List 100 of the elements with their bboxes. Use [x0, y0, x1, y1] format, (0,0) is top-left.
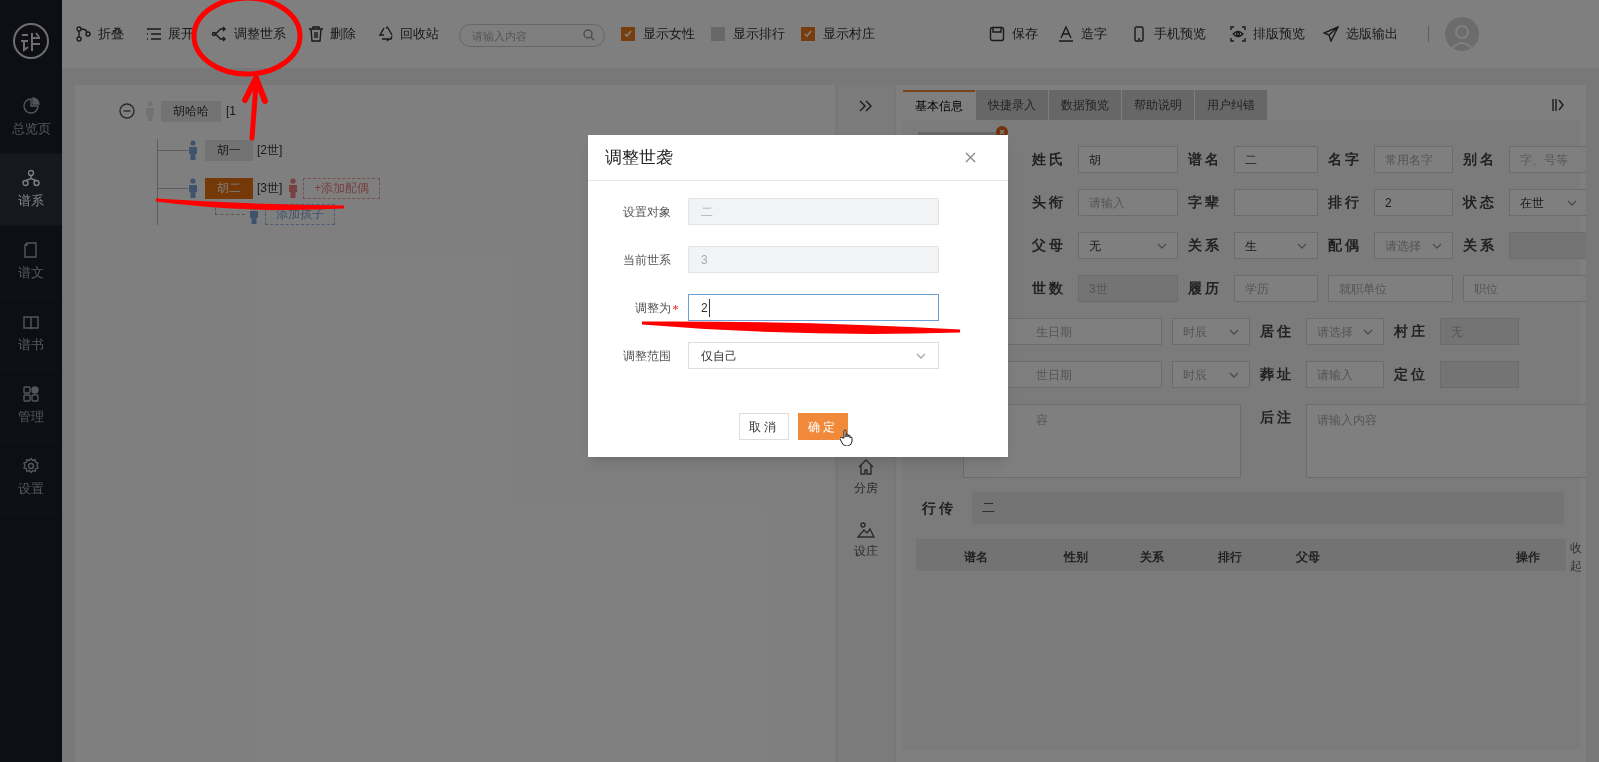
- field-label: 葬址: [1260, 365, 1295, 384]
- input-field[interactable]: 二: [688, 198, 939, 225]
- generation-label: [1: [226, 103, 236, 120]
- field-label: 名字: [1328, 150, 1363, 169]
- grid-icon: [22, 384, 40, 403]
- toolbar-button[interactable]: 排版预览: [1230, 24, 1305, 44]
- generation-label: [2世]: [257, 142, 283, 159]
- add-spouse-button[interactable]: +添加配偶: [303, 177, 381, 199]
- checkbox[interactable]: 显示女性: [621, 24, 695, 44]
- generation-label: [3世]: [257, 180, 283, 197]
- tree-node[interactable]: 胡二: [205, 177, 253, 199]
- trash-icon: [308, 26, 324, 42]
- tab[interactable]: 用户纠错: [1195, 90, 1267, 120]
- sidebar-item[interactable]: 设置: [0, 442, 62, 514]
- checkbox-box[interactable]: [801, 27, 815, 41]
- field-label: 父母: [1032, 236, 1067, 255]
- input-field[interactable]: 胡: [1078, 146, 1178, 173]
- sidebar-item[interactable]: 谱系: [0, 154, 62, 226]
- tree-node[interactable]: 胡一: [205, 139, 253, 161]
- toolbar-button[interactable]: 手机预览: [1131, 24, 1206, 44]
- tab[interactable]: 帮助说明: [1122, 90, 1194, 120]
- share-icon: [212, 26, 228, 42]
- field-label: 谱名: [1188, 150, 1223, 169]
- column-header: 谱名: [964, 549, 989, 566]
- collapse-icon[interactable]: [119, 103, 135, 119]
- logo-icon: [12, 22, 50, 60]
- field-label: 状态: [1463, 193, 1498, 212]
- input-field[interactable]: 2: [688, 294, 939, 321]
- input-field[interactable]: 3: [688, 246, 939, 273]
- column-header: 性别: [1064, 549, 1089, 566]
- check-icon: [803, 29, 813, 39]
- tree-node[interactable]: 胡哈哈: [161, 100, 221, 122]
- field-label: 关系: [1463, 236, 1498, 255]
- phone-icon: [1131, 26, 1147, 42]
- toolbar-button[interactable]: 调整世系: [212, 24, 286, 44]
- checkbox[interactable]: 显示排行: [711, 24, 785, 44]
- toolbar-button[interactable]: 选版输出: [1323, 24, 1398, 44]
- side-strip-button[interactable]: 分房: [853, 458, 878, 497]
- hand-cursor-icon: [840, 429, 854, 446]
- field-label: 姓氏: [1032, 150, 1067, 169]
- sidebar-item[interactable]: 谱文: [0, 226, 62, 298]
- eye-scan-icon: [1230, 26, 1246, 42]
- tab[interactable]: 数据预览: [1049, 90, 1121, 120]
- select-field[interactable]: 生: [1234, 232, 1318, 259]
- toolbar-button[interactable]: 删除: [308, 24, 356, 44]
- send-icon: [1323, 26, 1339, 42]
- collapse-panel-icon: [1552, 98, 1564, 112]
- tab[interactable]: 快捷录入: [976, 90, 1048, 120]
- field-label: 排行: [1328, 193, 1363, 212]
- person-icon: [288, 178, 299, 198]
- checkbox[interactable]: 显示村庄: [801, 24, 875, 44]
- confirm-button[interactable]: 确定: [797, 413, 848, 440]
- toolbar-button[interactable]: 折叠: [76, 24, 124, 44]
- person-icon: [188, 140, 198, 160]
- field-label: 设置对象: [623, 203, 671, 221]
- figure-landscape-icon: [856, 521, 875, 539]
- collapse-link[interactable]: 收起: [1568, 539, 1586, 575]
- document-icon: [22, 240, 40, 259]
- chevron-down-icon: [1297, 242, 1307, 249]
- checkbox-box[interactable]: [621, 27, 635, 41]
- select-field[interactable]: 在世: [1509, 189, 1586, 216]
- field-label: 调整范围: [623, 347, 671, 365]
- required-icon: [673, 305, 678, 310]
- input-field[interactable]: 二: [972, 492, 1564, 524]
- select-field[interactable]: 仅自己: [688, 342, 939, 369]
- toolbar-button[interactable]: 造字: [1058, 24, 1107, 44]
- toolbar-button[interactable]: 保存: [989, 24, 1038, 44]
- column-header: 父母: [1296, 549, 1321, 566]
- field-label: 村庄: [1394, 322, 1429, 341]
- field-label: 世数: [1032, 279, 1067, 298]
- input-field[interactable]: 二: [1234, 146, 1318, 173]
- house-icon: [856, 458, 875, 476]
- chevron-down-icon: [1229, 328, 1239, 335]
- double-chevron-icon: [858, 100, 873, 112]
- chevron-down-icon: [916, 352, 926, 359]
- sidebar-item[interactable]: 管理: [0, 370, 62, 442]
- toolbar-button[interactable]: 回收站: [378, 24, 439, 44]
- field-label: 关系: [1188, 236, 1223, 255]
- field-label: 当前世系: [623, 251, 671, 269]
- list-icon: [146, 26, 162, 42]
- input-field[interactable]: 2: [1374, 189, 1453, 216]
- chevron-down-icon: [1432, 242, 1442, 249]
- close-icon[interactable]: [965, 152, 976, 163]
- dialog-title: 调整世袭: [605, 146, 673, 169]
- branch-icon: [76, 26, 92, 42]
- cancel-button[interactable]: 取消: [738, 413, 789, 440]
- field-label: 调整为: [635, 299, 671, 317]
- field-label: 后注: [1260, 408, 1295, 427]
- hierarchy-icon: [22, 168, 40, 187]
- sidebar-item[interactable]: 谱书: [0, 298, 62, 370]
- side-strip-button[interactable]: 设庄: [853, 521, 878, 560]
- chevron-down-icon: [1567, 199, 1577, 206]
- field-label: 定位: [1394, 365, 1429, 384]
- settings-icon: [22, 456, 40, 475]
- chevron-down-icon: [1229, 371, 1239, 378]
- select-field[interactable]: 无: [1078, 232, 1178, 259]
- search-icon: [583, 28, 595, 41]
- field-label: 字辈: [1188, 193, 1223, 212]
- person-icon: [188, 178, 198, 198]
- floppy-icon: [989, 26, 1005, 42]
